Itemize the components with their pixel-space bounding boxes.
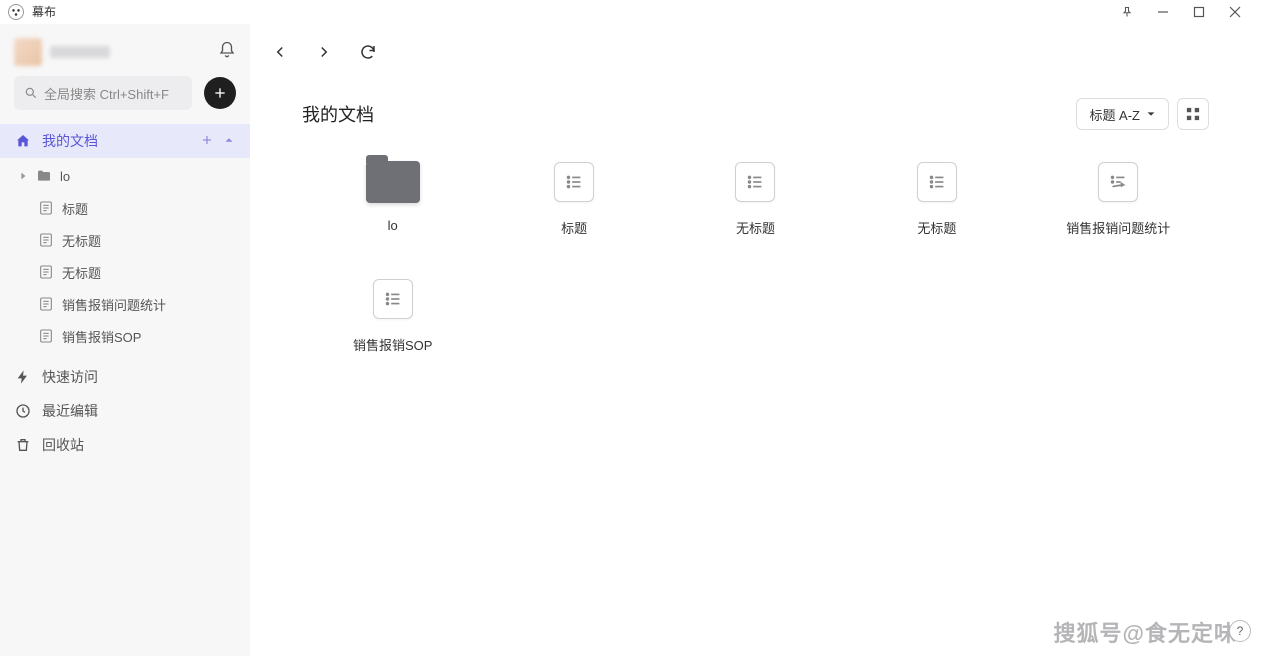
collapse-icon[interactable] [222, 133, 236, 150]
close-button[interactable] [1217, 0, 1253, 24]
tree-item-doc[interactable]: 标题 [0, 192, 250, 224]
clock-icon [14, 403, 32, 419]
search-icon [24, 86, 38, 100]
list-doc-icon [554, 162, 594, 202]
doc-icon [38, 200, 54, 216]
nav-my-documents[interactable]: 我的文档 [0, 124, 250, 158]
folder-icon [36, 168, 52, 184]
lightning-icon [14, 369, 32, 385]
doc-icon [38, 296, 54, 312]
app-icon [8, 4, 24, 20]
maximize-button[interactable] [1181, 0, 1217, 24]
list-doc-icon [735, 162, 775, 202]
tree-item-doc[interactable]: 无标题 [0, 224, 250, 256]
list-doc-icon [373, 279, 413, 319]
grid-item-doc[interactable]: 无标题 [846, 160, 1027, 237]
grid-item-doc[interactable]: 销售报销问题统计 [1028, 160, 1209, 237]
toolbar [250, 24, 1261, 80]
sort-dropdown[interactable]: 标题 A-Z [1076, 98, 1169, 130]
tree-item-folder[interactable]: lo [0, 160, 250, 192]
refresh-button[interactable] [356, 40, 380, 64]
sidebar: 全局搜索 Ctrl+Shift+F 我的文档 lo [0, 24, 250, 656]
list-doc-share-icon [1098, 162, 1138, 202]
page-title: 我的文档 [302, 101, 374, 127]
app-title: 幕布 [32, 3, 56, 20]
grid-item-doc[interactable]: 销售报销SOP [302, 277, 483, 354]
pin-button[interactable] [1109, 0, 1145, 24]
new-document-button[interactable] [204, 77, 236, 109]
tree-item-doc[interactable]: 销售报销SOP [0, 320, 250, 352]
help-button[interactable]: ? [1229, 620, 1251, 642]
add-child-icon[interactable] [200, 133, 214, 150]
home-icon [14, 133, 32, 149]
nav-quick-access[interactable]: 快速访问 [0, 360, 250, 394]
nav-trash[interactable]: 回收站 [0, 428, 250, 462]
tree-item-doc[interactable]: 销售报销问题统计 [0, 288, 250, 320]
trash-icon [14, 437, 32, 453]
notifications-icon[interactable] [218, 41, 236, 64]
grid-item-folder[interactable]: lo [302, 160, 483, 237]
doc-icon [38, 328, 54, 344]
search-input[interactable]: 全局搜索 Ctrl+Shift+F [14, 76, 192, 110]
folder-icon [366, 161, 420, 203]
nav-recent[interactable]: 最近编辑 [0, 394, 250, 428]
tree-item-doc[interactable]: 无标题 [0, 256, 250, 288]
grid-item-doc[interactable]: 无标题 [665, 160, 846, 237]
user-row[interactable] [0, 32, 250, 76]
avatar [14, 38, 42, 66]
document-tree: lo 标题 无标题 无标题 销售报销问题统计 销售报销SOP [0, 158, 250, 354]
view-toggle-button[interactable] [1177, 98, 1209, 130]
username-placeholder [50, 46, 110, 58]
main-panel: 我的文档 标题 A-Z lo 标题 [250, 24, 1261, 656]
doc-icon [38, 232, 54, 248]
chevron-right-icon [18, 171, 28, 181]
grid-item-doc[interactable]: 标题 [483, 160, 664, 237]
search-placeholder: 全局搜索 Ctrl+Shift+F [44, 84, 169, 103]
document-grid: lo 标题 无标题 无标题 销售报销问题统计 [302, 160, 1209, 354]
list-doc-icon [917, 162, 957, 202]
back-button[interactable] [268, 40, 292, 64]
minimize-button[interactable] [1145, 0, 1181, 24]
forward-button[interactable] [312, 40, 336, 64]
chevron-down-icon [1146, 109, 1156, 119]
title-bar: 幕布 [0, 0, 1261, 24]
doc-icon [38, 264, 54, 280]
